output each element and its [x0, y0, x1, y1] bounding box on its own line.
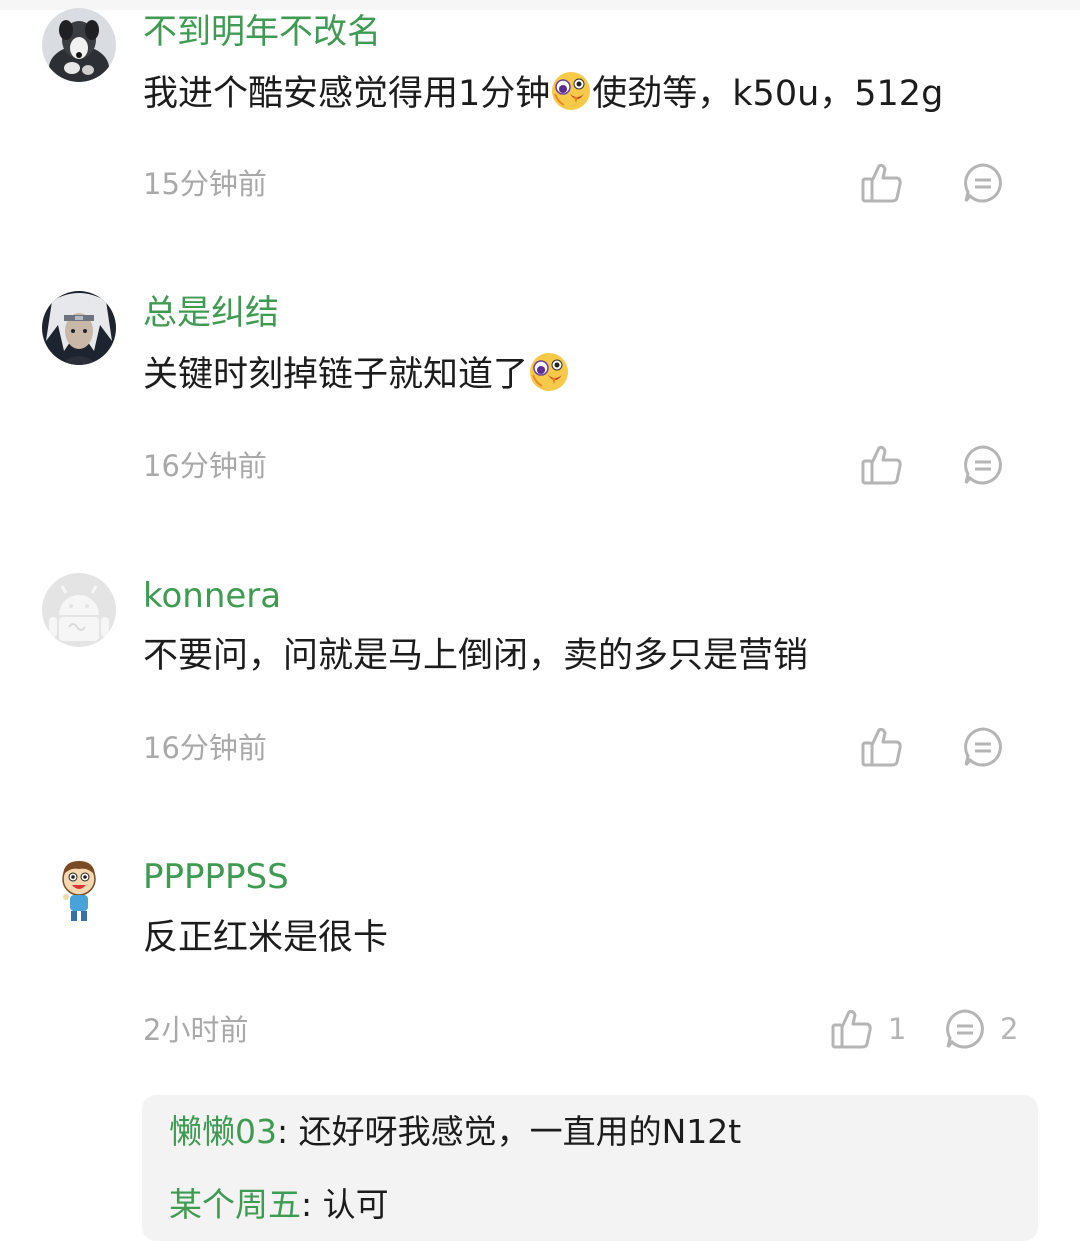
- crazy-face-emoji-icon: [530, 353, 569, 391]
- like-button[interactable]: 1: [830, 1006, 906, 1052]
- sub-reply-username[interactable]: 某个周五: [169, 1185, 301, 1224]
- thumbs-up-icon: [861, 445, 902, 485]
- comment-text-part: 关键时刻掉链子就知道了: [143, 355, 529, 395]
- like-button[interactable]: [860, 724, 904, 770]
- timestamp: 15分钟前: [143, 167, 267, 201]
- avatar[interactable]: [42, 291, 116, 365]
- reply-button[interactable]: [962, 160, 1004, 206]
- sub-reply-username[interactable]: 懒懒03: [169, 1112, 277, 1151]
- timestamp: 16分钟前: [143, 449, 267, 483]
- thumbs-up-icon: [861, 727, 902, 767]
- sub-reply-separator: :: [301, 1185, 323, 1224]
- crazy-face-emoji-icon: [552, 72, 591, 110]
- avatar[interactable]: [42, 855, 116, 929]
- avatar[interactable]: [42, 573, 116, 647]
- comment-text: 反正红米是很卡: [143, 918, 389, 958]
- reply-button[interactable]: 2: [944, 1006, 1018, 1052]
- comment-bubble-icon: [964, 445, 1002, 485]
- timestamp: 16分钟前: [143, 731, 267, 765]
- sub-reply-text: 认可: [322, 1185, 389, 1224]
- like-button[interactable]: [860, 442, 904, 488]
- sub-reply-separator: :: [277, 1112, 299, 1151]
- comment-text-part: 使劲等，k50u，512g: [592, 74, 944, 114]
- like-count: 1: [888, 1012, 907, 1046]
- reply-count: 2: [1000, 1012, 1019, 1046]
- comment-bubble-icon: [946, 1009, 984, 1049]
- like-button[interactable]: [860, 160, 904, 206]
- comment-bubble-icon: [964, 163, 1002, 203]
- sub-replies-box[interactable]: 懒懒03: 还好呀我感觉，一直用的N12t 某个周五: 认可: [142, 1095, 1038, 1241]
- comment-bubble-icon: [964, 727, 1002, 767]
- sub-reply-text: 还好呀我感觉，一直用的N12t: [298, 1112, 742, 1151]
- timestamp: 2小时前: [143, 1013, 249, 1047]
- thumbs-up-icon: [861, 163, 902, 203]
- sub-reply[interactable]: 懒懒03: 还好呀我感觉，一直用的N12t: [169, 1112, 741, 1152]
- comment-text: 不要问，问就是马上倒闭，卖的多只是营销: [143, 636, 809, 676]
- comment-text: 关键时刻掉链子就知道了: [143, 351, 570, 397]
- username[interactable]: konnera: [143, 576, 281, 616]
- comment-text-part: 我进个酷安感觉得用1分钟: [143, 74, 551, 114]
- thumbs-up-icon: [831, 1009, 872, 1049]
- avatar[interactable]: [42, 8, 116, 82]
- reply-button[interactable]: [962, 442, 1004, 488]
- sub-reply[interactable]: 某个周五: 认可: [169, 1185, 389, 1225]
- reply-button[interactable]: [962, 724, 1004, 770]
- username[interactable]: 不到明年不改名: [143, 12, 381, 52]
- top-divider: [0, 0, 1080, 10]
- comment-text: 我进个酷安感觉得用1分钟 使劲等，k50u，512g: [143, 70, 943, 116]
- username[interactable]: PPPPPSS: [143, 857, 289, 897]
- username[interactable]: 总是纠结: [143, 293, 279, 333]
